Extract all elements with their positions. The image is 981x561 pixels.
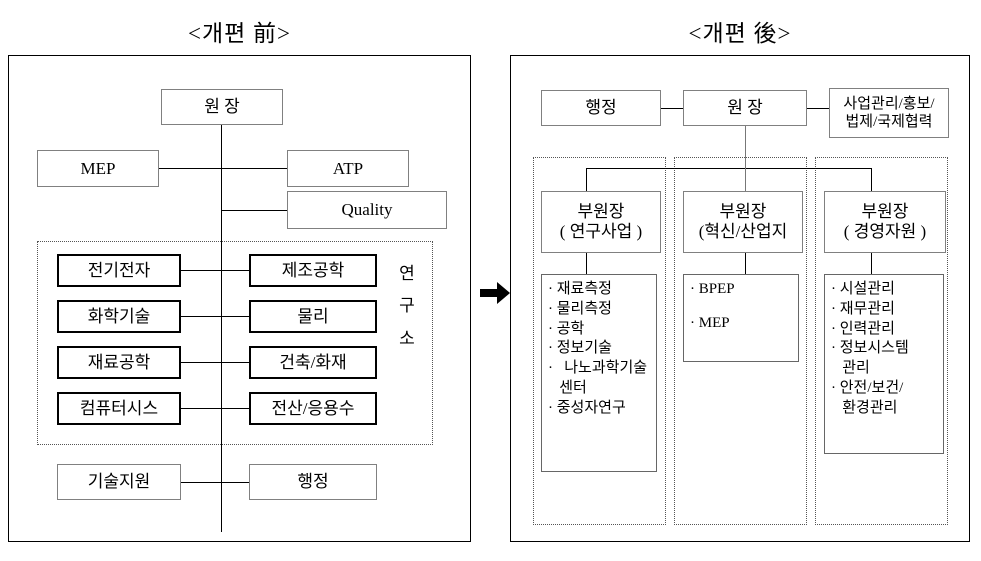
before-line-spine-to-atp: [221, 168, 288, 169]
after-box-admin[interactable]: 행정: [541, 90, 661, 126]
before-box-research-left-2[interactable]: 재료공학: [57, 346, 181, 379]
after-deputy-1-line1: 부원장: [719, 202, 767, 222]
after-line-deputy-0-to-list: [586, 253, 587, 274]
before-box-admin[interactable]: 행정: [249, 464, 377, 500]
before-panel-title: <개편 前>: [187, 21, 291, 46]
vlabel-char-2: 소: [399, 328, 415, 348]
list-item: · 나노과학기술: [548, 360, 648, 377]
transition-arrow: [478, 278, 512, 308]
after-deputy-2-line1: 부원장: [861, 202, 909, 222]
after-panel: 행정 원 장 사업관리/홍보/ 법제/국제협력 부원장 ( 연구사업 ) · 재…: [510, 55, 970, 542]
after-listbox-1[interactable]: · BPEP · MEP: [683, 274, 799, 362]
before-box-research-right-2[interactable]: 건축/화재: [249, 346, 377, 379]
before-box-research-right-0[interactable]: 제조공학: [249, 254, 377, 287]
after-box-deputy-1[interactable]: 부원장 (혁신/산업지: [683, 191, 803, 253]
before-box-research-left-3[interactable]: 컴퓨터시스: [57, 392, 181, 425]
before-line-research-row-2: [181, 362, 250, 363]
before-line-research-row-0: [181, 270, 250, 271]
before-box-research-left-1[interactable]: 화학기술: [57, 300, 181, 333]
list-item: · 인력관리: [831, 320, 895, 337]
list-item: 환경관리: [831, 399, 898, 416]
arrow-right-icon: [480, 282, 510, 304]
before-box-director[interactable]: 원 장: [161, 89, 283, 125]
after-line-bus-to-deputy-1: [745, 168, 746, 191]
after-line-deputy-1-to-list: [745, 253, 746, 274]
before-line-research-row-3: [181, 408, 250, 409]
before-box-research-right-3[interactable]: 전산/응용수: [249, 392, 377, 425]
list-item: · 정보기술: [548, 340, 612, 357]
list-item: · 물리측정: [548, 300, 612, 317]
list-item: · 재료측정: [548, 281, 612, 297]
after-deputy-1-line2: (혁신/산업지: [698, 222, 788, 241]
after-line-deputy-2-to-list: [871, 253, 872, 274]
after-box-deputy-0[interactable]: 부원장 ( 연구사업 ): [541, 191, 661, 253]
before-box-atp[interactable]: ATP: [287, 150, 409, 187]
after-box-staff-office[interactable]: 사업관리/홍보/ 법제/국제협력: [829, 88, 949, 138]
before-research-institute-label: 연 구 소: [394, 258, 420, 355]
before-box-quality[interactable]: Quality: [287, 191, 447, 229]
after-box-director[interactable]: 원 장: [683, 90, 807, 126]
after-box-deputy-2[interactable]: 부원장 ( 경영자원 ): [824, 191, 946, 253]
after-line-admin-to-director: [661, 108, 684, 109]
before-box-research-left-0[interactable]: 전기전자: [57, 254, 181, 287]
list-item: · 중성자연구: [548, 399, 626, 416]
diagram-canvas: <개편 前> 원 장 MEP ATP Quality 연 구 소 전기전자 제조…: [0, 0, 981, 561]
after-deputy-2-line2: ( 경영자원 ): [843, 222, 927, 241]
before-spine-vertical-lower: [221, 462, 222, 532]
after-panel-title: <개편 後>: [688, 21, 792, 46]
before-line-mep-to-spine: [159, 168, 222, 169]
after-deputy-0-line1: 부원장: [577, 202, 625, 222]
list-item: · 정보시스템: [831, 340, 909, 357]
list-item: · 재무관리: [831, 300, 895, 317]
after-listbox-2[interactable]: · 시설관리 · 재무관리 · 인력관리 · 정보시스템 관리 · 안전/보건/…: [824, 274, 944, 454]
after-deputy-0-line2: ( 연구사업 ): [559, 222, 643, 241]
before-line-bottom-row: [181, 482, 250, 483]
before-box-research-right-1[interactable]: 물리: [249, 300, 377, 333]
vlabel-char-0: 연: [399, 264, 415, 283]
after-listbox-0[interactable]: · 재료측정 · 물리측정 · 공학 · 정보기술 · 나노과학기술 센터 · …: [541, 274, 657, 472]
after-deputy-bus: [586, 168, 871, 169]
list-item: · BPEP: [690, 281, 735, 297]
before-panel: 원 장 MEP ATP Quality 연 구 소 전기전자 제조공학 화학기술…: [8, 55, 471, 542]
after-line-bus-to-deputy-0: [586, 168, 587, 191]
list-item: 관리: [831, 360, 870, 377]
before-spine-vertical: [221, 125, 222, 485]
before-line-research-row-1: [181, 316, 250, 317]
list-item: · 안전/보건/: [831, 379, 904, 396]
before-line-spine-to-quality: [221, 210, 288, 211]
vlabel-char-1: 구: [399, 296, 415, 316]
after-line-bus-to-deputy-2: [871, 168, 872, 191]
list-item: · 공학: [548, 320, 585, 337]
before-box-mep[interactable]: MEP: [37, 150, 159, 187]
list-item: · MEP: [690, 314, 730, 331]
list-item: · 시설관리: [831, 281, 895, 297]
before-box-tech-support[interactable]: 기술지원: [57, 464, 181, 500]
after-line-director-to-staff: [807, 108, 830, 109]
list-item: 센터: [548, 379, 587, 396]
